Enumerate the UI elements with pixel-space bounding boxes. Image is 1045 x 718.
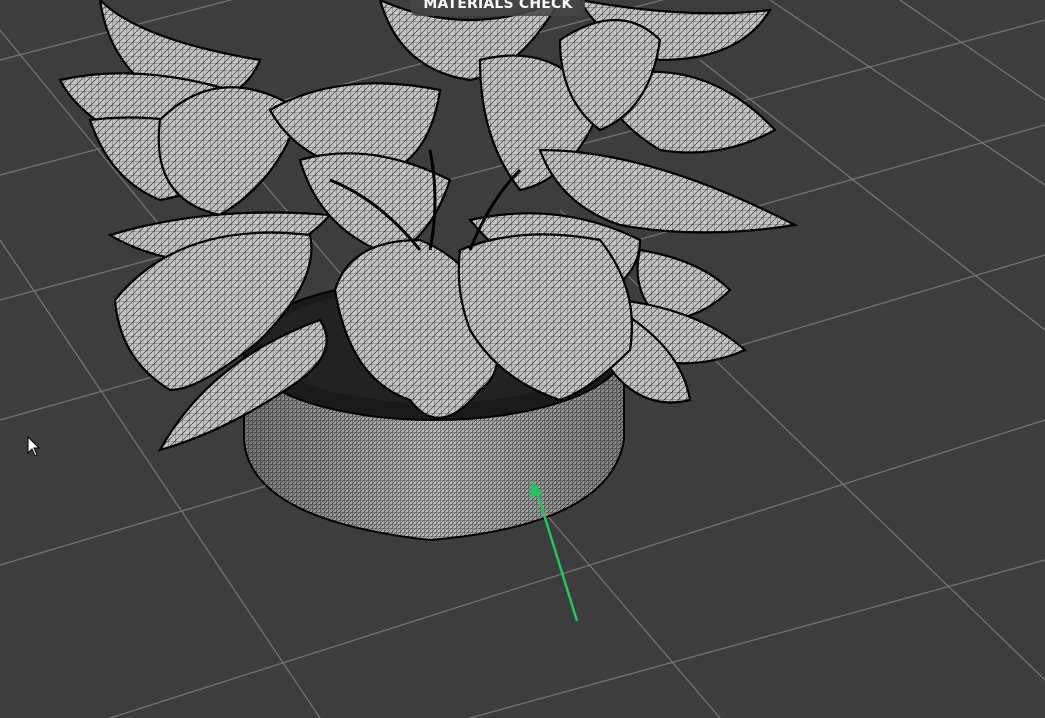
scene-canvas[interactable] (0, 0, 1045, 718)
3d-viewport[interactable]: MATERIALS CHECK (0, 0, 1045, 718)
mouse-pointer-icon (27, 436, 41, 457)
view-mode-badge: MATERIALS CHECK (411, 0, 585, 16)
plant-foliage[interactable] (58, 0, 799, 452)
view-mode-title: MATERIALS CHECK (423, 0, 573, 12)
